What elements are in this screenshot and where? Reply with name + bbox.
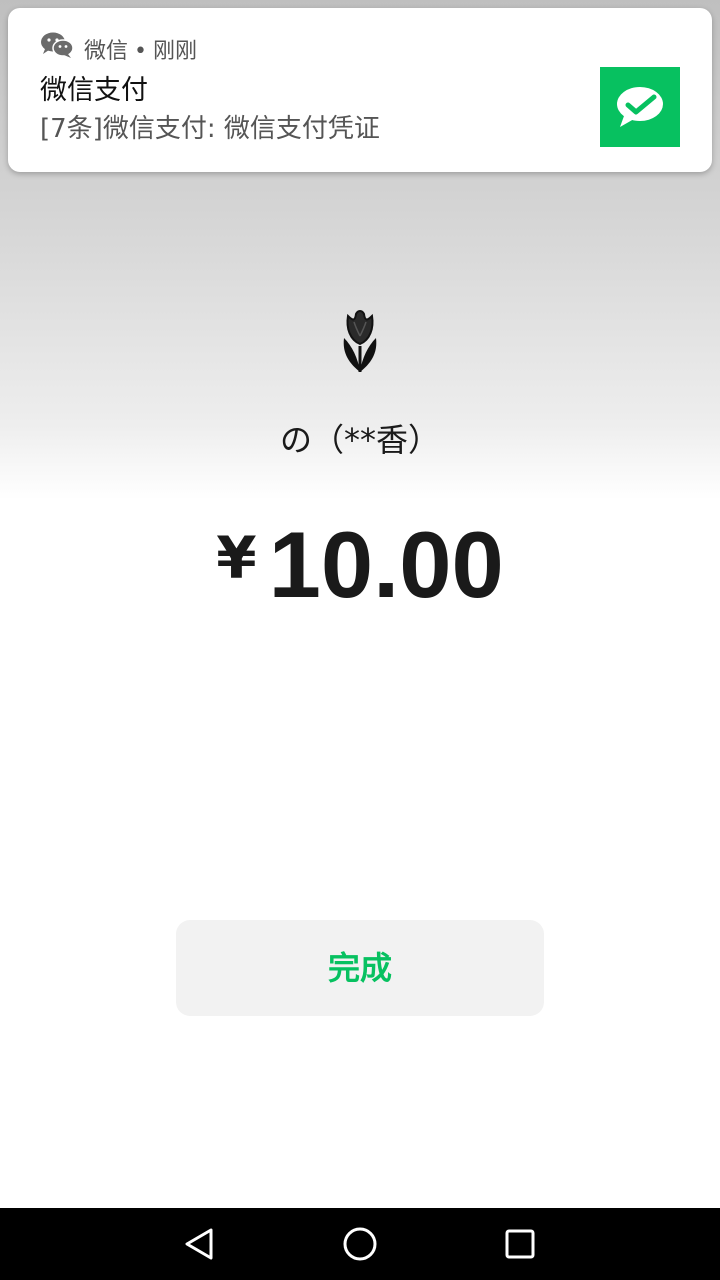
notification-app-name: 微信 xyxy=(84,39,129,64)
done-button[interactable]: 完成 xyxy=(176,920,544,1016)
payee-name: の（**香） xyxy=(279,421,440,459)
notification-title: 微信支付 xyxy=(40,75,148,106)
currency-symbol: ¥ xyxy=(216,524,257,592)
payment-amount: 10.00 xyxy=(268,512,504,617)
home-circle-icon[interactable] xyxy=(340,1224,380,1264)
notification-thumbnail xyxy=(600,67,680,147)
notification-body: [7条]微信支付: 微信支付凭证 xyxy=(40,114,380,144)
notification-card[interactable]: 微信 • 刚刚 微信支付 [7条]微信支付: 微信支付凭证 xyxy=(8,8,712,172)
notification-header: 微信 • 刚刚 xyxy=(84,38,197,66)
notification-separator: • xyxy=(134,39,147,64)
notification-time: 刚刚 xyxy=(153,39,198,64)
wechat-pay-icon xyxy=(617,87,663,127)
navigation-bar xyxy=(0,1208,720,1280)
amount-display: ¥10.00 xyxy=(0,510,720,620)
back-triangle-icon[interactable] xyxy=(180,1224,220,1264)
wechat-icon xyxy=(41,32,74,58)
recents-square-icon[interactable] xyxy=(500,1224,540,1264)
tulip-avatar-icon xyxy=(343,310,377,372)
